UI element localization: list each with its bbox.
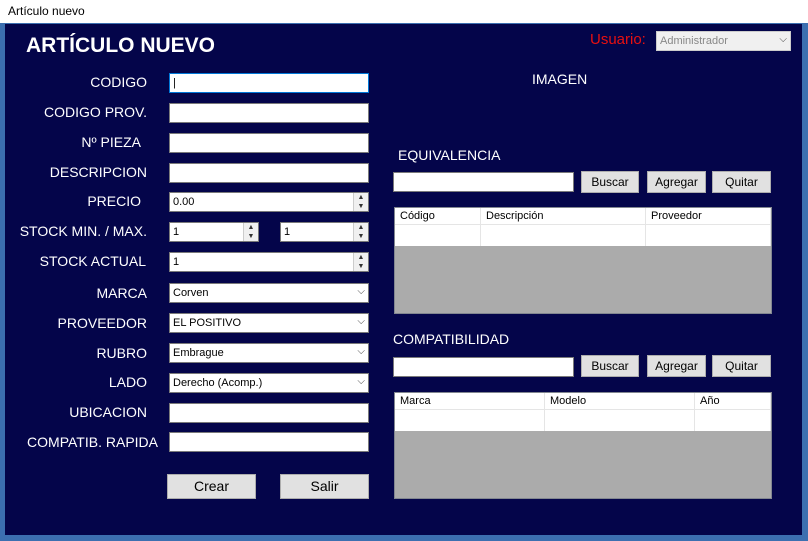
proveedor-select-value: EL POSITIVO bbox=[173, 317, 242, 329]
marca-select[interactable]: Corven ⌵ bbox=[169, 283, 369, 303]
spin-down-icon[interactable]: ▼ bbox=[354, 202, 368, 211]
codigo-prov-label: CODIGO PROV. bbox=[44, 104, 147, 120]
stock-actual-stepper[interactable]: 1 ▲ ▼ bbox=[169, 252, 369, 272]
spin-up-icon[interactable]: ▲ bbox=[354, 253, 368, 262]
precio-value: 0.00 bbox=[173, 196, 195, 208]
form-client-area: ARTÍCULO NUEVO Usuario: Administrador ⌵ … bbox=[5, 24, 802, 535]
equivalencia-grid[interactable]: Código Descripción Proveedor bbox=[394, 207, 772, 314]
stock-max-spin-buttons[interactable]: ▲ ▼ bbox=[353, 223, 368, 241]
lado-label: LADO bbox=[108, 374, 147, 390]
equivalencia-buscar-button[interactable]: Buscar bbox=[581, 171, 639, 193]
column-header-ano[interactable]: Año bbox=[695, 393, 771, 410]
compatibilidad-title: COMPATIBILIDAD bbox=[393, 331, 510, 347]
column-header-descripcion[interactable]: Descripción bbox=[481, 208, 646, 225]
stock-min-spin-buttons[interactable]: ▲ ▼ bbox=[243, 223, 258, 241]
column-header-proveedor[interactable]: Proveedor bbox=[646, 208, 771, 225]
precio-label: PRECIO bbox=[87, 193, 141, 209]
chevron-down-icon: ⌵ bbox=[357, 286, 365, 297]
stock-actual-value: 1 bbox=[173, 256, 180, 268]
stock-minmax-label: STOCK MIN. / MAX. bbox=[19, 223, 147, 239]
stock-max-value: 1 bbox=[284, 226, 291, 238]
stock-min-value: 1 bbox=[173, 226, 180, 238]
column-header-codigo[interactable]: Código bbox=[395, 208, 481, 225]
stock-actual-label: STOCK ACTUAL bbox=[39, 253, 146, 269]
spin-up-icon[interactable]: ▲ bbox=[354, 223, 368, 232]
column-header-marca[interactable]: Marca bbox=[395, 393, 545, 410]
precio-stepper[interactable]: 0.00 ▲ ▼ bbox=[169, 192, 369, 212]
compatibilidad-grid[interactable]: Marca Modelo Año bbox=[394, 392, 772, 499]
ubicacion-input[interactable] bbox=[169, 403, 369, 423]
user-label: Usuario: bbox=[590, 31, 646, 48]
crear-button[interactable]: Crear bbox=[167, 474, 256, 499]
window-titlebar: Artículo nuevo bbox=[0, 0, 808, 23]
equivalencia-title: EQUIVALENCIA bbox=[398, 147, 501, 163]
column-header-modelo[interactable]: Modelo bbox=[545, 393, 695, 410]
grid-cell[interactable] bbox=[395, 225, 481, 246]
imagen-label: IMAGEN bbox=[532, 71, 588, 87]
descripcion-input[interactable] bbox=[169, 163, 369, 183]
equivalencia-agregar-button[interactable]: Agregar bbox=[647, 171, 706, 193]
spin-down-icon[interactable]: ▼ bbox=[244, 232, 258, 241]
compatib-label: COMPATIB. RAPIDA bbox=[27, 434, 158, 450]
user-select[interactable]: Administrador ⌵ bbox=[656, 31, 791, 51]
lado-select-value: Derecho (Acomp.) bbox=[173, 377, 263, 389]
spin-up-icon[interactable]: ▲ bbox=[354, 193, 368, 202]
chevron-down-icon: ⌵ bbox=[357, 316, 365, 327]
window-title: Artículo nuevo bbox=[8, 4, 85, 18]
stock-min-stepper[interactable]: 1 ▲ ▼ bbox=[169, 222, 259, 242]
compatibilidad-agregar-button[interactable]: Agregar bbox=[647, 355, 706, 377]
chevron-down-icon: ⌵ bbox=[357, 376, 365, 387]
codigo-label: CODIGO bbox=[90, 74, 147, 90]
compatibilidad-quitar-button[interactable]: Quitar bbox=[712, 355, 771, 377]
rubro-label: RUBRO bbox=[96, 345, 147, 361]
precio-spin-buttons[interactable]: ▲ ▼ bbox=[353, 193, 368, 211]
spin-down-icon[interactable]: ▼ bbox=[354, 262, 368, 271]
codigo-input[interactable]: | bbox=[169, 73, 369, 93]
chevron-down-icon: ⌵ bbox=[357, 346, 365, 357]
codigo-prov-input[interactable] bbox=[169, 103, 369, 123]
spin-down-icon[interactable]: ▼ bbox=[354, 232, 368, 241]
rubro-select[interactable]: Embrague ⌵ bbox=[169, 343, 369, 363]
grid-cell[interactable] bbox=[395, 410, 545, 431]
grid-cell[interactable] bbox=[481, 225, 646, 246]
descripcion-label: DESCRIPCION bbox=[49, 164, 147, 180]
proveedor-label: PROVEEDOR bbox=[57, 315, 147, 331]
compatibilidad-buscar-button[interactable]: Buscar bbox=[581, 355, 639, 377]
pieza-input[interactable] bbox=[169, 133, 369, 153]
rubro-select-value: Embrague bbox=[173, 347, 224, 359]
user-select-value: Administrador bbox=[660, 35, 728, 47]
grid-cell[interactable] bbox=[695, 410, 771, 431]
salir-button[interactable]: Salir bbox=[280, 474, 369, 499]
stock-max-stepper[interactable]: 1 ▲ ▼ bbox=[280, 222, 369, 242]
marca-label: MARCA bbox=[96, 285, 147, 301]
spin-up-icon[interactable]: ▲ bbox=[244, 223, 258, 232]
compatibilidad-search-input[interactable] bbox=[393, 357, 574, 377]
lado-select[interactable]: Derecho (Acomp.) ⌵ bbox=[169, 373, 369, 393]
ubicacion-label: UBICACION bbox=[69, 404, 147, 420]
grid-cell[interactable] bbox=[646, 225, 771, 246]
compatib-input[interactable] bbox=[169, 432, 369, 452]
equivalencia-quitar-button[interactable]: Quitar bbox=[712, 171, 771, 193]
proveedor-select[interactable]: EL POSITIVO ⌵ bbox=[169, 313, 369, 333]
codigo-input-value: | bbox=[173, 77, 176, 89]
chevron-down-icon: ⌵ bbox=[779, 34, 787, 45]
grid-cell[interactable] bbox=[545, 410, 695, 431]
pieza-label: Nº PIEZA bbox=[81, 134, 141, 150]
marca-select-value: Corven bbox=[173, 287, 209, 299]
page-title: ARTÍCULO NUEVO bbox=[26, 34, 215, 57]
equivalencia-search-input[interactable] bbox=[393, 172, 574, 192]
stock-actual-spin-buttons[interactable]: ▲ ▼ bbox=[353, 253, 368, 271]
